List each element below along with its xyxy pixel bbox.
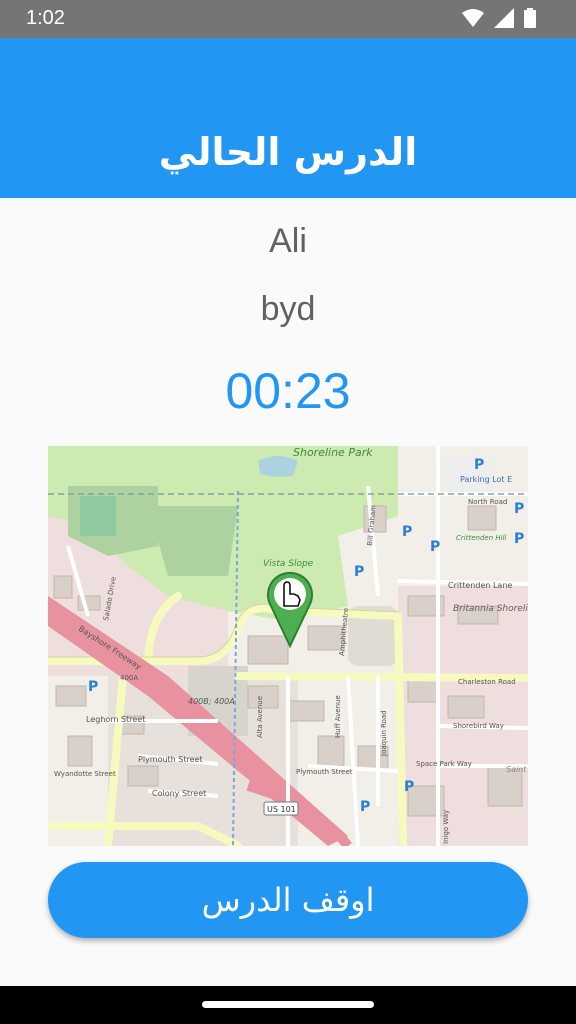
map-label-joaquin-road: Joaquin Road xyxy=(380,710,388,757)
home-gesture-pill[interactable] xyxy=(202,1001,374,1008)
map-label-park: Shoreline Park xyxy=(293,446,373,459)
map-label-crittenden-lane: Crittenden Lane xyxy=(448,581,512,590)
svg-text:P: P xyxy=(404,779,414,795)
map-label-space-park-way: Space Park Way xyxy=(416,760,472,768)
car-name: byd xyxy=(260,290,316,328)
pitch xyxy=(80,496,116,536)
app-bar: الدرس الحالي xyxy=(0,38,576,198)
status-icons xyxy=(462,8,536,28)
map-label-plymouth-street-w: Plymouth Street xyxy=(138,755,203,764)
map-canvas[interactable]: PPP PPP PPP Shoreline Park Parking Lot E… xyxy=(48,446,528,846)
lesson-timer: 00:23 xyxy=(225,363,351,419)
map-label-inigo-way: Inigo Way xyxy=(442,810,450,844)
map-label-alta-avenue: Alta Avenue xyxy=(256,696,264,738)
map-label-parking-lot: Parking Lot E xyxy=(460,475,512,484)
map-label-north-road: North Road xyxy=(468,498,507,506)
battery-icon xyxy=(524,8,536,28)
student-name: Ali xyxy=(269,222,307,260)
map-label-leghorn-street: Leghorn Street xyxy=(86,715,145,724)
svg-text:P: P xyxy=(88,679,98,695)
status-time: 1:02 xyxy=(26,7,65,29)
page-title: الدرس الحالي xyxy=(158,130,418,174)
map-view[interactable]: PPP PPP PPP Shoreline Park Parking Lot E… xyxy=(48,446,528,846)
status-bar: 1:02 xyxy=(0,0,576,38)
map-label-plymouth-street-e: Plymouth Street xyxy=(296,768,353,776)
svg-text:P: P xyxy=(360,799,370,815)
map-label-exit-400b: 400B; 400A xyxy=(188,697,235,706)
map-label-technology-park: Britannia Shoreline Technology Park xyxy=(453,604,528,614)
svg-text:P: P xyxy=(354,564,364,580)
us101-label: US 101 xyxy=(267,805,296,814)
svg-text:P: P xyxy=(514,501,524,517)
map-label-shorebird-way: Shorebird Way xyxy=(453,722,504,730)
svg-text:P: P xyxy=(514,531,524,547)
map-label-wyandotte-street: Wyandotte Street xyxy=(54,770,116,778)
signal-icon xyxy=(494,8,514,28)
map-label-crittenden-hill: Crittenden Hill xyxy=(456,534,507,542)
map-label-colony-street: Colony Street xyxy=(152,789,206,798)
map-label-huff-avenue: Huff Avenue xyxy=(334,695,342,738)
svg-text:P: P xyxy=(474,457,484,473)
map-label-exit-400a: 400A xyxy=(120,674,138,682)
map-label-charleston-road: Charleston Road xyxy=(458,678,516,686)
lake xyxy=(258,456,298,477)
wifi-icon xyxy=(462,9,484,27)
stop-lesson-button[interactable]: اوقف الدرس xyxy=(48,862,528,938)
map-label-vista-slope: Vista Slope xyxy=(263,559,314,569)
svg-text:P: P xyxy=(430,539,440,555)
map-label-saint-home: Saint Mi Home xyxy=(506,765,528,774)
svg-text:P: P xyxy=(402,524,412,540)
